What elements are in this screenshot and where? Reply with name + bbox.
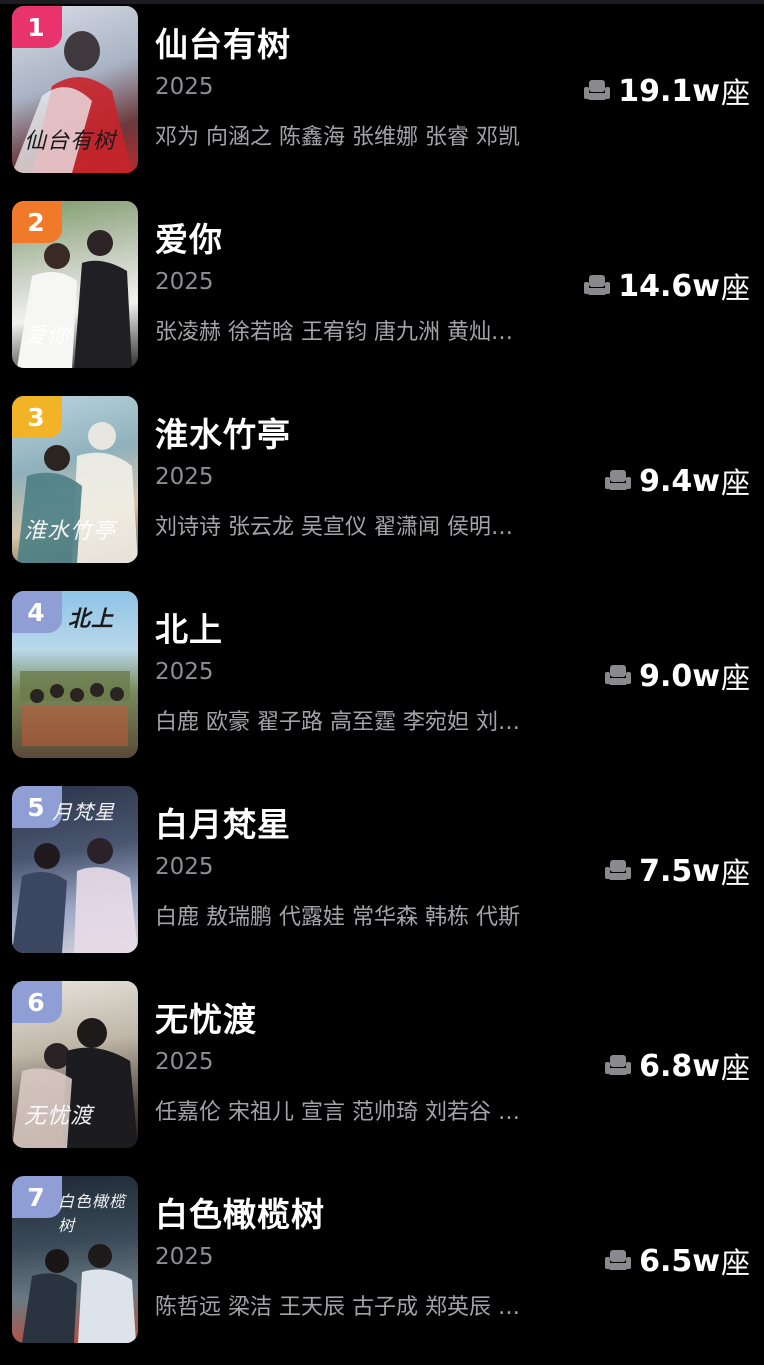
poster-title-art: 爱你 — [24, 324, 71, 349]
heat-unit: 座 — [720, 661, 750, 695]
heat-value: 14.6w — [618, 268, 720, 304]
drama-cast: 任嘉伦 宋祖儿 宣言 范帅琦 刘若谷 … — [155, 1100, 520, 1125]
poster-image[interactable]: 3 淮水竹亭 — [12, 396, 138, 563]
drama-row[interactable]: 4 北上 北上 2025 白鹿 欧豪 翟子路 高至霆 李宛妲 刘… 9.0w 座 — [0, 585, 764, 780]
poster-title-art: 月梵星 — [52, 800, 115, 824]
heat-value: 19.1w — [618, 73, 720, 109]
seat-icon — [584, 80, 611, 100]
rank-badge: 4 — [12, 591, 62, 633]
heat-score: 7.5w 座 — [605, 850, 750, 892]
rank-badge: 6 — [12, 981, 62, 1023]
drama-title[interactable]: 淮水竹亭 — [155, 408, 291, 456]
drama-title[interactable]: 无忧渡 — [155, 993, 257, 1041]
drama-year: 2025 — [155, 74, 214, 100]
poster-title-art: 白色橄榄树 — [58, 1192, 127, 1235]
rank-badge: 2 — [12, 201, 62, 243]
heat-unit: 座 — [720, 466, 750, 500]
heat-score: 6.8w 座 — [605, 1045, 750, 1087]
heat-score: 9.4w 座 — [605, 460, 750, 502]
poster-title-art: 北上 — [68, 606, 115, 632]
drama-cast: 刘诗诗 张云龙 吴宣仪 翟潇闻 侯明… — [155, 515, 513, 540]
drama-title[interactable]: 白月梵星 — [155, 798, 291, 846]
heat-value: 9.0w — [639, 658, 720, 694]
heat-unit: 座 — [720, 271, 750, 305]
drama-cast: 白鹿 欧豪 翟子路 高至霆 李宛妲 刘… — [155, 710, 520, 735]
drama-cast: 白鹿 敖瑞鹏 代露娃 常华森 韩栋 代斯 — [155, 905, 520, 930]
rank-badge: 3 — [12, 396, 62, 438]
drama-year: 2025 — [155, 854, 214, 880]
drama-cast: 邓为 向涵之 陈鑫海 张维娜 张睿 邓凯 — [155, 125, 520, 150]
drama-title[interactable]: 仙台有树 — [155, 18, 291, 66]
drama-row[interactable]: 1 仙台有树 仙台有树 2025 邓为 向涵之 陈鑫海 张维娜 张睿 邓凯 19… — [0, 0, 764, 195]
drama-year: 2025 — [155, 1049, 214, 1075]
drama-year: 2025 — [155, 269, 214, 295]
poster-image[interactable]: 2 爱你 — [12, 201, 138, 368]
heat-score: 6.5w 座 — [605, 1240, 750, 1282]
poster-title-art: 淮水竹亭 — [24, 519, 117, 544]
poster-image[interactable]: 4 北上 — [12, 591, 138, 758]
poster-image[interactable]: 6 无忧渡 — [12, 981, 138, 1148]
drama-row[interactable]: 3 淮水竹亭 淮水竹亭 2025 刘诗诗 张云龙 吴宣仪 翟潇闻 侯明… 9.4… — [0, 390, 764, 585]
heat-unit: 座 — [720, 76, 750, 110]
poster-image[interactable]: 5 月梵星 — [12, 786, 138, 953]
heat-value: 7.5w — [639, 853, 720, 889]
poster-image[interactable]: 1 仙台有树 — [12, 6, 138, 173]
drama-row[interactable]: 2 爱你 爱你 2025 张凌赫 徐若晗 王宥钧 唐九洲 黄灿… 14.6w 座 — [0, 195, 764, 390]
seat-icon — [584, 275, 611, 295]
poster-title-art: 仙台有树 — [24, 129, 117, 154]
drama-title[interactable]: 白色橄榄树 — [155, 1188, 325, 1236]
seat-icon — [605, 1055, 632, 1075]
drama-row[interactable]: 5 月梵星 白月梵星 2025 白鹿 敖瑞鹏 代露娃 常华森 韩栋 代斯 7.5… — [0, 780, 764, 975]
seat-icon — [605, 860, 632, 880]
heat-score: 19.1w 座 — [584, 70, 750, 112]
heat-value: 6.5w — [639, 1243, 720, 1279]
rank-badge: 1 — [12, 6, 62, 48]
drama-year: 2025 — [155, 464, 214, 490]
poster-image[interactable]: 7 白色橄榄树 — [12, 1176, 138, 1343]
heat-unit: 座 — [720, 1051, 750, 1085]
heat-unit: 座 — [720, 856, 750, 890]
drama-row[interactable]: 7 白色橄榄树 白色橄榄树 2025 陈哲远 梁洁 王天辰 古子成 郑英辰 … … — [0, 1170, 764, 1365]
drama-row[interactable]: 6 无忧渡 无忧渡 2025 任嘉伦 宋祖儿 宣言 范帅琦 刘若谷 … 6.8w… — [0, 975, 764, 1170]
poster-title-art: 无忧渡 — [24, 1104, 94, 1129]
drama-title[interactable]: 北上 — [155, 603, 223, 651]
drama-cast: 陈哲远 梁洁 王天辰 古子成 郑英辰 … — [155, 1295, 520, 1320]
seat-icon — [605, 1250, 632, 1270]
heat-unit: 座 — [720, 1246, 750, 1280]
heat-value: 9.4w — [639, 463, 720, 499]
seat-icon — [605, 665, 632, 685]
seat-icon — [605, 470, 632, 490]
heat-value: 6.8w — [639, 1048, 720, 1084]
heat-score: 14.6w 座 — [584, 265, 750, 307]
heat-score: 9.0w 座 — [605, 655, 750, 697]
drama-year: 2025 — [155, 1244, 214, 1270]
drama-cast: 张凌赫 徐若晗 王宥钧 唐九洲 黄灿… — [155, 320, 513, 345]
drama-title[interactable]: 爱你 — [155, 213, 223, 261]
drama-year: 2025 — [155, 659, 214, 685]
rank-badge: 7 — [12, 1176, 62, 1218]
